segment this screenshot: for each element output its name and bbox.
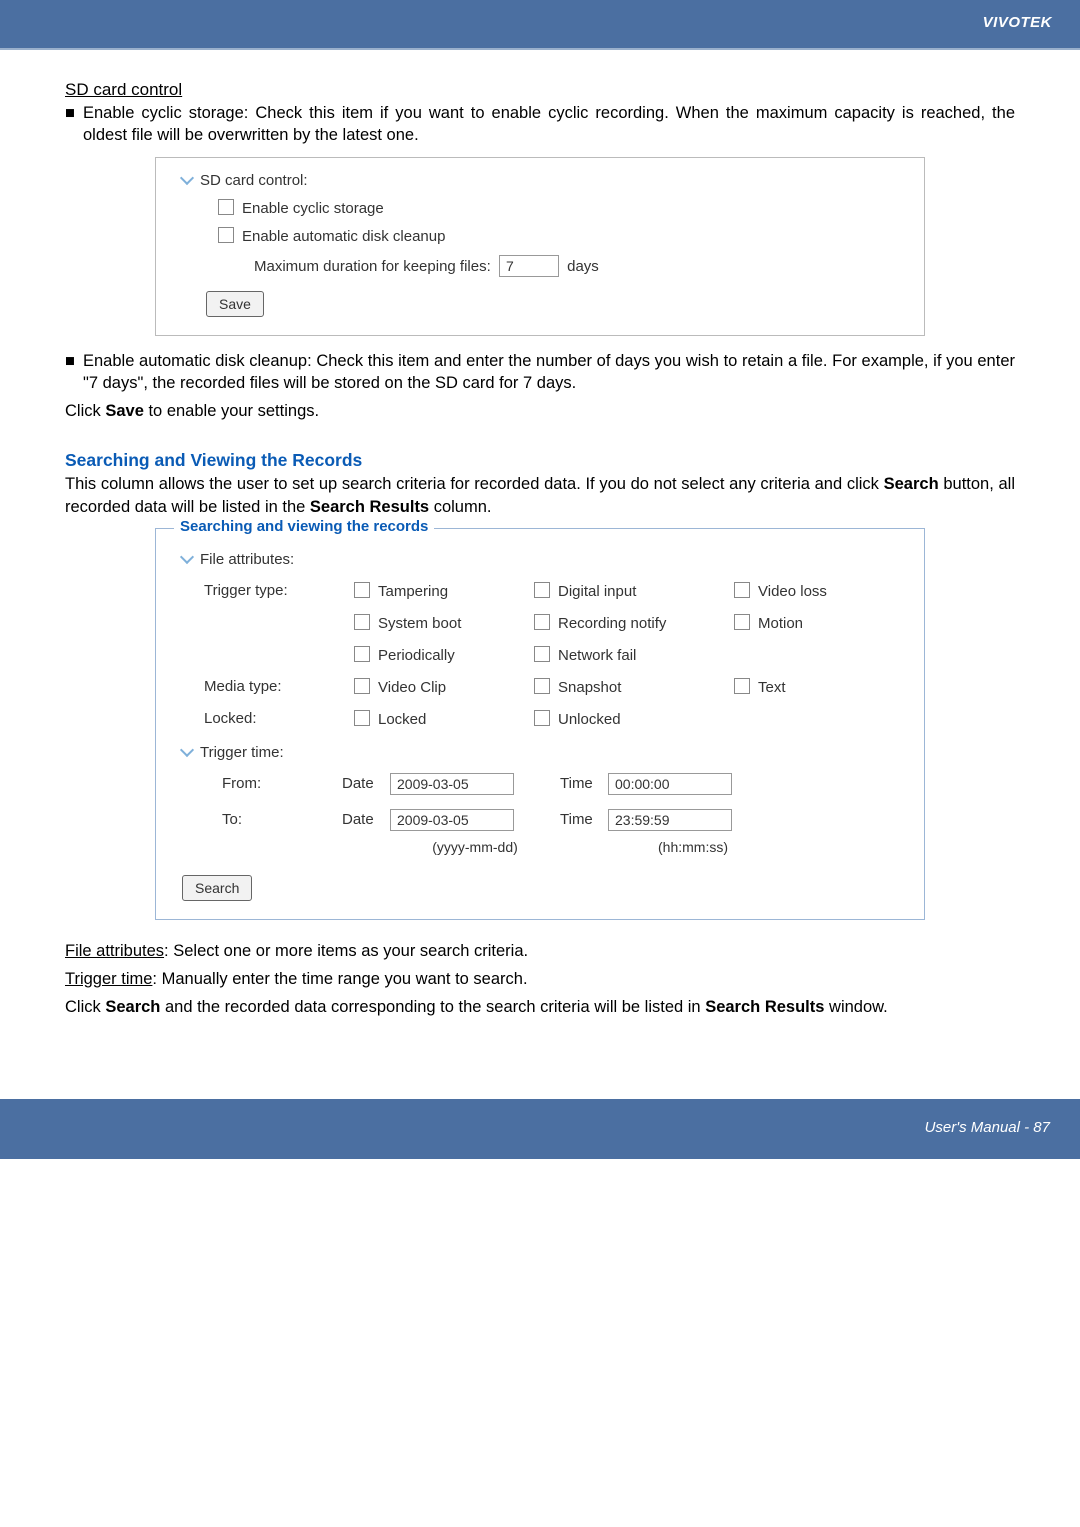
system-boot-checkbox[interactable] (354, 614, 370, 630)
to-label: To: (222, 811, 342, 828)
footer-text: User's Manual - 87 (925, 1119, 1050, 1136)
chevron-down-icon (182, 172, 200, 189)
file-attributes-header: File attributes: (182, 551, 898, 568)
max-duration-label: Maximum duration for keeping files: (254, 258, 491, 275)
video-clip-label: Video Clip (378, 679, 446, 696)
locked-option-label: Locked (378, 711, 426, 728)
sd-heading: SD card control (65, 80, 1015, 100)
network-fail-label: Network fail (558, 647, 636, 664)
trigger-time-header: Trigger time: (182, 744, 898, 761)
max-duration-unit: days (567, 258, 599, 275)
tampering-label: Tampering (378, 583, 448, 600)
enable-cleanup-row: Enable automatic disk cleanup (218, 227, 898, 245)
search-section-title: Searching and Viewing the Records (65, 450, 1015, 471)
to-time-label: Time (560, 811, 608, 828)
footer-bar: User's Manual - 87 (0, 1099, 1080, 1159)
tampering-checkbox[interactable] (354, 582, 370, 598)
video-loss-label: Video loss (758, 583, 827, 600)
chevron-down-icon (182, 744, 200, 761)
enable-cyclic-row: Enable cyclic storage (218, 199, 898, 217)
search-intro: This column allows the user to set up se… (65, 473, 1015, 518)
bullet-icon: ■ (65, 350, 83, 395)
unlocked-option-label: Unlocked (558, 711, 621, 728)
search-button[interactable]: Search (182, 875, 252, 901)
video-clip-checkbox[interactable] (354, 678, 370, 694)
sd-bullet-2: ■ Enable automatic disk cleanup: Check t… (65, 350, 1015, 395)
from-label: From: (222, 775, 342, 792)
max-duration-row: Maximum duration for keeping files: 7 da… (254, 255, 898, 277)
recording-notify-label: Recording notify (558, 615, 666, 632)
chevron-down-icon (182, 551, 200, 568)
text-label: Text (758, 679, 786, 696)
from-time-label: Time (560, 775, 608, 792)
from-time-input[interactable]: 00:00:00 (608, 773, 732, 795)
system-boot-label: System boot (378, 615, 461, 632)
enable-cleanup-label: Enable automatic disk cleanup (242, 228, 445, 245)
file-attributes-line: File attributes: Select one or more item… (65, 940, 1015, 962)
network-fail-checkbox[interactable] (534, 646, 550, 662)
to-date-label: Date (342, 811, 390, 828)
sd-bullet-1-text: Enable cyclic storage: Check this item i… (83, 102, 1015, 147)
locked-checkbox[interactable] (354, 710, 370, 726)
header-bar: VIVOTEK (0, 0, 1080, 48)
page-content: SD card control ■ Enable cyclic storage:… (0, 50, 1080, 1019)
periodically-label: Periodically (378, 647, 455, 664)
time-format-hint: (hh:mm:ss) (608, 839, 778, 855)
click-save-line: Click Save to enable your settings. (65, 400, 1015, 422)
sd-bullet-2-text: Enable automatic disk cleanup: Check thi… (83, 350, 1015, 395)
records-legend: Searching and viewing the records (174, 518, 434, 535)
locked-label: Locked: (204, 710, 354, 727)
final-line: Click Search and the recorded data corre… (65, 996, 1015, 1018)
text-checkbox[interactable] (734, 678, 750, 694)
digital-input-label: Digital input (558, 583, 636, 600)
from-date-label: Date (342, 775, 390, 792)
bullet-icon: ■ (65, 102, 83, 147)
periodically-checkbox[interactable] (354, 646, 370, 662)
brand-label: VIVOTEK (983, 14, 1052, 31)
save-button[interactable]: Save (206, 291, 264, 317)
digital-input-checkbox[interactable] (534, 582, 550, 598)
date-format-hint: (yyyy-mm-dd) (390, 839, 560, 855)
motion-checkbox[interactable] (734, 614, 750, 630)
max-duration-input[interactable]: 7 (499, 255, 559, 277)
trigger-time-line: Trigger time: Manually enter the time ra… (65, 968, 1015, 990)
trigger-type-label: Trigger type: (204, 582, 354, 599)
recording-notify-checkbox[interactable] (534, 614, 550, 630)
unlocked-checkbox[interactable] (534, 710, 550, 726)
sd-control-title: SD card control: (182, 172, 898, 189)
from-date-input[interactable]: 2009-03-05 (390, 773, 514, 795)
video-loss-checkbox[interactable] (734, 582, 750, 598)
sd-bullet-1: ■ Enable cyclic storage: Check this item… (65, 102, 1015, 147)
motion-label: Motion (758, 615, 803, 632)
enable-cyclic-checkbox[interactable] (218, 199, 234, 215)
enable-cyclic-label: Enable cyclic storage (242, 200, 384, 217)
enable-cleanup-checkbox[interactable] (218, 227, 234, 243)
to-date-input[interactable]: 2009-03-05 (390, 809, 514, 831)
media-type-label: Media type: (204, 678, 354, 695)
snapshot-checkbox[interactable] (534, 678, 550, 694)
search-records-panel: Searching and viewing the records File a… (155, 528, 925, 920)
sd-control-panel: SD card control: Enable cyclic storage E… (155, 157, 925, 336)
to-time-input[interactable]: 23:59:59 (608, 809, 732, 831)
snapshot-label: Snapshot (558, 679, 621, 696)
